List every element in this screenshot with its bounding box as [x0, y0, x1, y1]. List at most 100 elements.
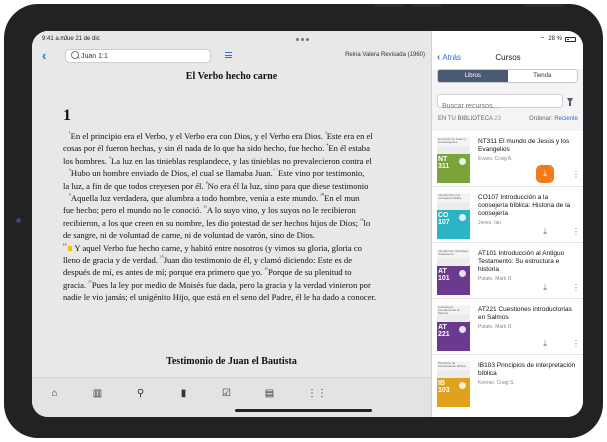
document-icon[interactable]: ▤: [264, 388, 275, 399]
resource-search-box[interactable]: [437, 94, 563, 113]
panel-title: Cursos: [495, 53, 521, 62]
course-item[interactable]: Introducción a la consejería bíblica CO …: [432, 187, 583, 243]
cover-code: CO 107: [438, 212, 450, 226]
cover-code: IB 103: [438, 380, 450, 394]
verse-line: la luz, a fin de que todos creyesen por …: [63, 180, 431, 192]
verse-text: los hombres.: [63, 155, 110, 166]
highlight-marker-icon[interactable]: [67, 245, 72, 251]
library-count: 23: [494, 116, 501, 122]
cover-logo: [459, 270, 466, 277]
download-icon[interactable]: ⤓: [538, 225, 552, 239]
course-title[interactable]: CO107 Introducción a la consejería bíbli…: [478, 194, 576, 218]
verse-text: lo: [363, 217, 371, 228]
segmented-control: Libros Tienda: [437, 69, 578, 83]
course-cover: Cuestiones introductorias en Salmos AT 2…: [437, 305, 470, 351]
cover-logo: [459, 158, 466, 165]
verse-line: de sangre, ni de voluntad de carne, ni d…: [63, 229, 431, 241]
bible-reader: ‹ Reina Valera Revisada (1960) El Verbo …: [32, 31, 431, 417]
course-title[interactable]: IB103 Principios de interpretación bíbli…: [478, 362, 576, 378]
download-icon[interactable]: ⤓: [536, 165, 554, 183]
verse-line: gracia. ¹⁷Pues la ley por medio de Moisé…: [63, 279, 431, 291]
verse-text: gracia.: [63, 279, 89, 290]
home-icon[interactable]: ⌂: [49, 388, 60, 399]
section-heading: Testimonio de Juan el Bautista: [166, 356, 297, 367]
verse-line: ⁹Aquella luz verdadera, que alumbra a to…: [63, 192, 431, 204]
verse-text: recibieron, a los que creen en su nombre…: [63, 217, 361, 228]
back-chevron-icon[interactable]: ‹: [42, 48, 46, 63]
verse-line: recibieron, a los que creen en su nombre…: [63, 217, 431, 229]
cover-title: Cuestiones introductorias en Salmos: [437, 305, 470, 315]
sort-control[interactable]: Ordenar: Reciente: [529, 116, 578, 122]
courses-panel: ⌔ 28 % ‹Atrás Cursos Libros Tienda EN TU…: [431, 31, 583, 417]
course-author: Putato, Mark D.: [478, 276, 513, 282]
reader-toolbar: ‹ Reina Valera Revisada (1960): [32, 45, 431, 69]
download-icon[interactable]: ⤓: [538, 281, 552, 295]
download-icon[interactable]: ⤓: [538, 337, 552, 351]
filter-icon[interactable]: [567, 98, 573, 106]
course-cover: El mundo de Jesús y los Evangelios NT 31…: [437, 137, 470, 183]
course-author: Putato, Mark D.: [478, 324, 513, 330]
status-bar: ⌔ 28 %: [432, 31, 583, 45]
course-item[interactable]: Cuestiones introductorias en Salmos AT 2…: [432, 299, 583, 355]
cover-logo: [459, 326, 466, 333]
sort-value[interactable]: Reciente: [554, 116, 578, 122]
verse-text: Y aquel Verbo fue hecho carne, y habitó …: [72, 242, 362, 253]
more-options-icon[interactable]: ⋮: [572, 284, 580, 292]
course-item[interactable]: El mundo de Jesús y los Evangelios NT 31…: [432, 131, 583, 187]
passage-search-box[interactable]: [65, 49, 211, 63]
library-icon[interactable]: ▥: [92, 388, 103, 399]
verse-text: fue hecho; pero el mundo no le conoció.: [63, 205, 204, 216]
search-icon: [71, 51, 79, 59]
verse-text: cosas por él fueron hechas, y sin él nad…: [63, 143, 327, 154]
course-title[interactable]: NT311 El mundo de Jesús y los Evangelios: [478, 138, 576, 154]
list-icon[interactable]: [225, 52, 232, 59]
verse-text: Juan dio testimonio de él, y clamó dicie…: [163, 254, 353, 265]
section-heading: El Verbo hecho carne: [185, 71, 278, 82]
resource-search-input[interactable]: [438, 100, 560, 113]
cover-title: Introducción al Antiguo Testamento: [437, 249, 470, 258]
power-button: [524, 4, 564, 7]
screen: ‹ Reina Valera Revisada (1960) El Verbo …: [32, 31, 583, 417]
course-item[interactable]: Introducción al Antiguo Testamento AT 10…: [432, 243, 583, 299]
verse-text: lleno de gracia y de verdad.: [63, 254, 161, 265]
more-options-icon[interactable]: ⋮: [572, 340, 580, 348]
segment-libros[interactable]: Libros: [438, 70, 508, 82]
cover-title: El mundo de Jesús y los Evangelios: [437, 137, 470, 146]
verse-text: Hubo un hombre enviado de Dios, el cual …: [70, 168, 273, 179]
library-label: EN TU BIBLIOTECA: [438, 116, 493, 122]
cover-title: Principios de interpretación bíblica: [437, 361, 470, 370]
home-indicator[interactable]: [235, 409, 372, 412]
cover-code: AT 101: [438, 268, 450, 282]
search-icon[interactable]: ⚲: [135, 388, 146, 399]
more-options-icon[interactable]: ⋮: [572, 171, 580, 179]
chapter-number: 1: [63, 107, 71, 124]
course-author: Keener, Craig S.: [478, 380, 515, 386]
checklist-icon[interactable]: ☑: [221, 388, 232, 399]
course-item[interactable]: Principios de interpretación bíblica IB …: [432, 355, 583, 411]
status-date: Jue 21 de dic: [64, 36, 100, 42]
bookmark-plus-icon[interactable]: ▮: [178, 388, 189, 399]
more-options-icon[interactable]: ⋮: [572, 228, 580, 236]
verse-number: ¹⁴: [63, 242, 67, 249]
bible-version[interactable]: Reina Valera Revisada (1960): [345, 52, 425, 58]
course-author: Evans, Craig A.: [478, 156, 513, 162]
front-camera: [16, 218, 21, 223]
apps-grid-icon[interactable]: ⋮⋮: [307, 388, 327, 399]
verse-text: Pues la ley por medio de Moisés fue dada…: [91, 279, 371, 290]
verse-line: ¹⁴ Y aquel Verbo fue hecho carne, y habi…: [63, 242, 431, 254]
verse-text: Aquella luz verdadera, que alumbra a tod…: [70, 192, 321, 203]
sort-label: Ordenar:: [528, 116, 553, 122]
passage-input[interactable]: [81, 51, 201, 61]
segment-tienda[interactable]: Tienda: [508, 70, 578, 82]
status-bar: 9:41 a.m. Jue 21 de dic: [32, 31, 431, 47]
volume-button: [412, 4, 442, 7]
verse-line: ¹En el principio era el Verbo, y el Verb…: [63, 130, 431, 142]
verse-text: Porque de su plenitud to: [268, 267, 352, 278]
verse-text: de sangre, ni de voluntad de carne, ni d…: [63, 230, 316, 241]
wifi-icon: ⌔: [539, 37, 546, 43]
battery-percent: 28 %: [548, 36, 562, 42]
course-title[interactable]: AT221 Cuestiones introductorias en Salmo…: [478, 306, 576, 322]
course-title[interactable]: AT101 Introducción al Antiguo Testamento…: [478, 250, 576, 274]
cover-logo: [459, 382, 466, 389]
verse-text: después de mí, es antes de mí; porque er…: [63, 267, 265, 278]
